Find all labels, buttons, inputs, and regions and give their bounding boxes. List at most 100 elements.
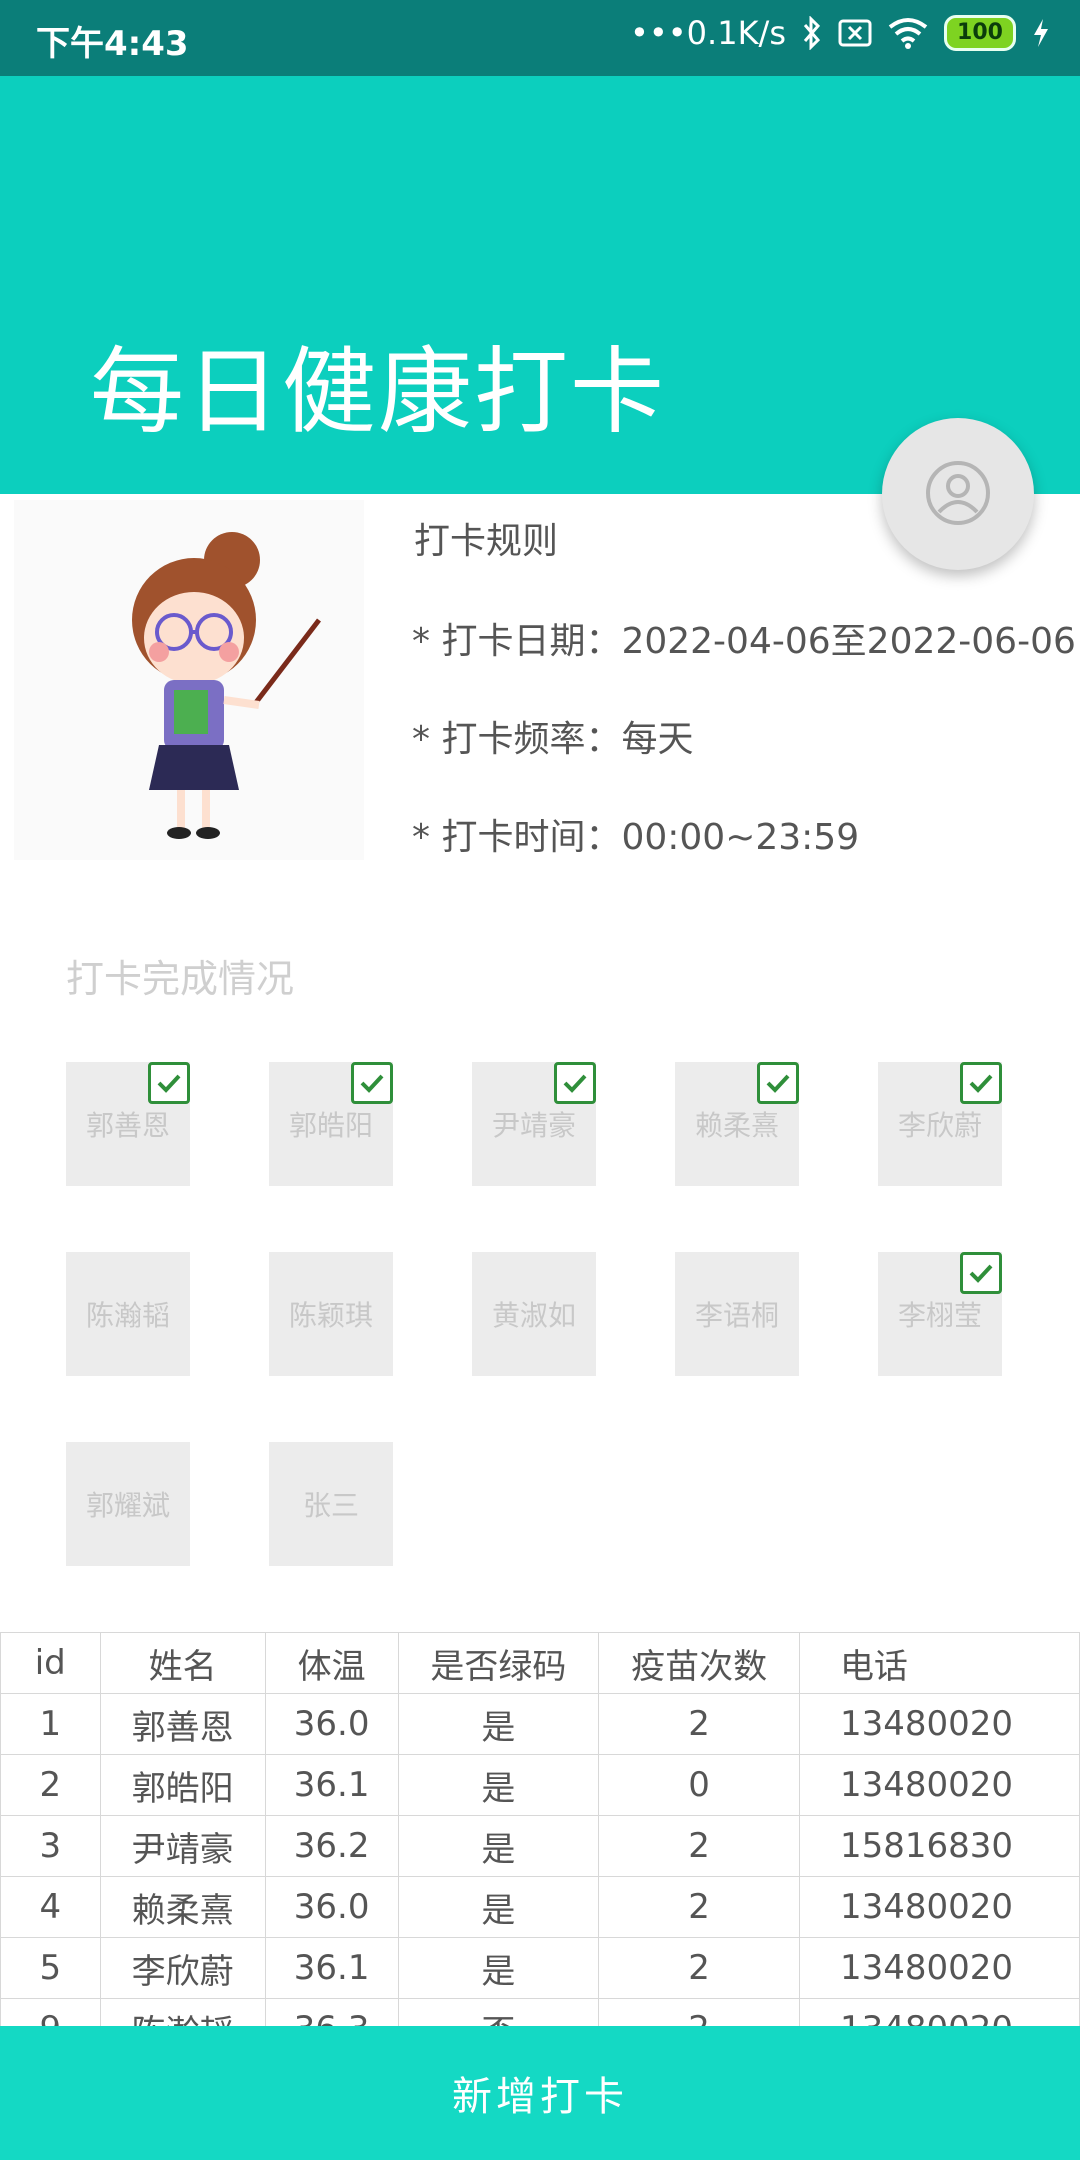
check-icon <box>554 1062 596 1104</box>
cell-green-code: 是 <box>397 1693 600 1755</box>
table-row[interactable]: 2 郭皓阳 36.1 是 0 13480020 <box>0 1754 1080 1816</box>
bluetooth-icon <box>802 16 822 50</box>
table-row[interactable]: 5 李欣蔚 36.1 是 2 13480020 <box>0 1937 1080 1999</box>
member-cell[interactable]: 尹靖豪 <box>472 1062 596 1186</box>
cell-green-code: 是 <box>397 1754 600 1816</box>
member-cell[interactable]: 李语桐 <box>675 1252 799 1376</box>
wifi-icon <box>888 17 928 49</box>
table-row[interactable]: 9 陈瀚韬 36.3 否 2 13480020 <box>0 1998 1080 2026</box>
member-cell[interactable]: 陈颖琪 <box>269 1252 393 1376</box>
col-header-name: 姓名 <box>99 1632 266 1694</box>
cell-green-code: 是 <box>397 1937 600 1999</box>
cell-name: 郭善恩 <box>99 1693 266 1755</box>
member-name: 陈瀚韬 <box>85 1299 170 1332</box>
add-checkin-button[interactable]: 新增打卡 <box>0 2026 1080 2160</box>
col-header-green-code: 是否绿码 <box>397 1632 600 1694</box>
member-name: 尹靖豪 <box>491 1109 576 1142</box>
member-name: 郭耀斌 <box>85 1489 170 1522</box>
check-icon <box>960 1062 1002 1104</box>
member-cell[interactable]: 黄淑如 <box>472 1252 596 1376</box>
member-name: 李栩莹 <box>897 1299 982 1332</box>
cell-phone: 13480020 <box>798 1876 1080 1938</box>
cell-green-code: 是 <box>397 1815 600 1877</box>
member-name: 李欣蔚 <box>897 1109 982 1142</box>
member-cell[interactable]: 郭善恩 <box>66 1062 190 1186</box>
cell-temperature: 36.0 <box>264 1876 399 1938</box>
battery-indicator: 100 <box>944 15 1016 51</box>
check-icon <box>757 1062 799 1104</box>
member-cell[interactable]: 郭皓阳 <box>269 1062 393 1186</box>
col-header-id: id <box>0 1632 101 1694</box>
cell-vaccine-count: 2 <box>598 1815 800 1877</box>
network-speed: •••0.1K/s <box>630 14 786 52</box>
cell-id: 4 <box>0 1876 101 1938</box>
cell-id: 1 <box>0 1693 101 1755</box>
member-cell[interactable]: 李栩莹 <box>878 1252 1002 1376</box>
cell-vaccine-count: 2 <box>598 1998 800 2026</box>
cell-name: 陈瀚韬 <box>99 1998 266 2026</box>
member-name: 赖柔熹 <box>694 1109 779 1142</box>
status-icons: •••0.1K/s 100 <box>630 14 1050 52</box>
profile-button[interactable] <box>882 418 1034 570</box>
table-header-row: id 姓名 体温 是否绿码 疫苗次数 电话 <box>0 1632 1080 1694</box>
status-time: 下午4:43 <box>36 24 189 64</box>
member-cell[interactable]: 陈瀚韬 <box>66 1252 190 1376</box>
charging-icon <box>1032 18 1050 48</box>
status-bar: 下午4:43 •••0.1K/s 100 <box>0 0 1080 76</box>
col-header-phone: 电话 <box>798 1632 1080 1694</box>
check-icon <box>148 1062 190 1104</box>
check-icon <box>351 1062 393 1104</box>
rules-title: 打卡规则 <box>414 521 559 562</box>
member-cell[interactable]: 李欣蔚 <box>878 1062 1002 1186</box>
cell-id: 3 <box>0 1815 101 1877</box>
cell-vaccine-count: 0 <box>598 1754 800 1816</box>
cell-id: 5 <box>0 1937 101 1999</box>
member-name: 郭皓阳 <box>288 1109 373 1142</box>
member-name: 郭善恩 <box>85 1109 170 1142</box>
cell-green-code: 是 <box>397 1876 600 1938</box>
table-row[interactable]: 4 赖柔熹 36.0 是 2 13480020 <box>0 1876 1080 1938</box>
col-header-vaccine-count: 疫苗次数 <box>598 1632 800 1694</box>
member-name: 李语桐 <box>694 1299 779 1332</box>
cell-green-code: 否 <box>397 1998 600 2026</box>
member-cell[interactable]: 张三 <box>269 1442 393 1566</box>
table-row[interactable]: 3 尹靖豪 36.2 是 2 15816830 <box>0 1815 1080 1877</box>
member-grid: 郭善恩 郭皓阳 尹靖豪 赖柔熹 李欣蔚 陈瀚韬 陈颖琪 黄淑如 李语桐 李栩莹 … <box>66 1062 1026 1582</box>
cell-phone: 13480020 <box>798 1693 1080 1755</box>
page-title: 每日健康打卡 <box>90 338 667 447</box>
teacher-illustration <box>14 500 364 860</box>
member-name: 张三 <box>302 1489 359 1522</box>
cell-phone: 15816830 <box>798 1815 1080 1877</box>
cell-phone: 13480020 <box>798 1937 1080 1999</box>
member-cell[interactable]: 郭耀斌 <box>66 1442 190 1566</box>
records-table: id 姓名 体温 是否绿码 疫苗次数 电话 1 郭善恩 36.0 是 2 134… <box>0 1632 1080 2026</box>
rule-date: * 打卡日期：2022-04-06至2022-06-06 <box>412 621 1076 662</box>
completion-title: 打卡完成情况 <box>66 957 295 1001</box>
check-icon <box>960 1252 1002 1294</box>
member-name: 陈颖琪 <box>288 1299 373 1332</box>
cell-id: 9 <box>0 1998 101 2026</box>
member-name: 黄淑如 <box>491 1299 576 1332</box>
cell-name: 郭皓阳 <box>99 1754 266 1816</box>
cell-vaccine-count: 2 <box>598 1693 800 1755</box>
cell-phone: 13480020 <box>798 1754 1080 1816</box>
cell-id: 2 <box>0 1754 101 1816</box>
cell-vaccine-count: 2 <box>598 1876 800 1938</box>
cell-phone: 13480020 <box>798 1998 1080 2026</box>
cell-temperature: 36.1 <box>264 1937 399 1999</box>
cell-vaccine-count: 2 <box>598 1937 800 1999</box>
member-cell[interactable]: 赖柔熹 <box>675 1062 799 1186</box>
rule-frequency: * 打卡频率：每天 <box>412 719 694 760</box>
cell-temperature: 36.2 <box>264 1815 399 1877</box>
user-icon <box>925 460 991 529</box>
cell-temperature: 36.1 <box>264 1754 399 1816</box>
table-row[interactable]: 1 郭善恩 36.0 是 2 13480020 <box>0 1693 1080 1755</box>
cell-temperature: 36.0 <box>264 1693 399 1755</box>
col-header-temperature: 体温 <box>264 1632 399 1694</box>
cell-name: 李欣蔚 <box>99 1937 266 1999</box>
cell-name: 尹靖豪 <box>99 1815 266 1877</box>
rule-time: * 打卡时间：00:00~23:59 <box>412 817 860 858</box>
cell-name: 赖柔熹 <box>99 1876 266 1938</box>
cell-temperature: 36.3 <box>264 1998 399 2026</box>
sim-icon <box>838 19 872 47</box>
